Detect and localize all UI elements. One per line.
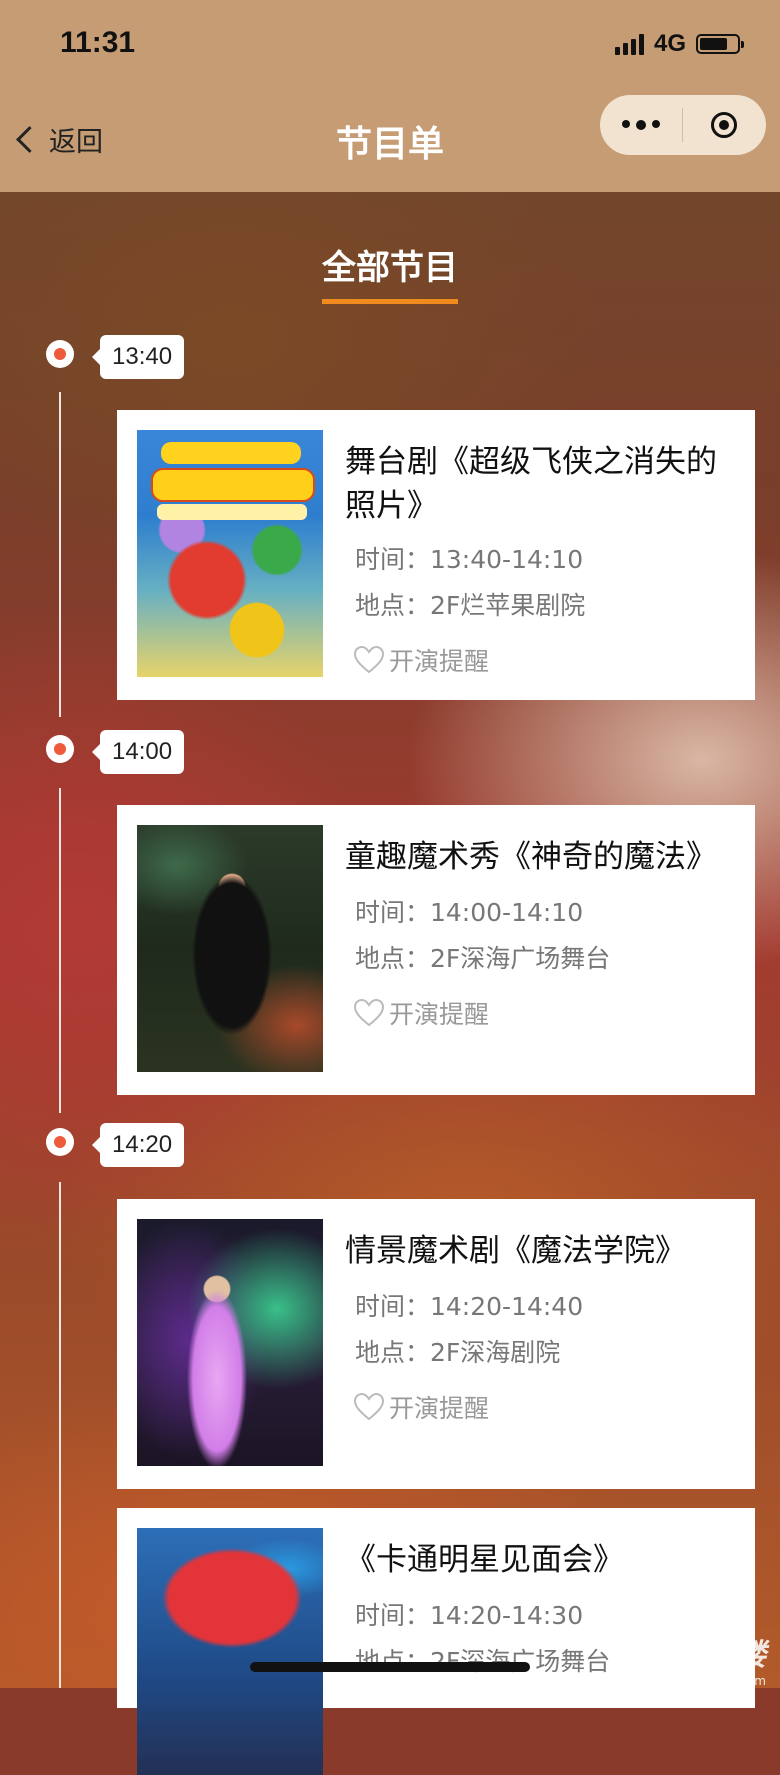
- time-tag: 14:00: [91, 730, 185, 774]
- network-type: 4G: [653, 30, 686, 57]
- heart-icon: [353, 1392, 385, 1421]
- watermark: 19楼 19lou.com: [694, 1630, 766, 1688]
- program-poster: [137, 1528, 323, 1775]
- battery-icon: [696, 34, 744, 54]
- timeline-dot: [46, 340, 74, 368]
- timeline-line: [59, 788, 61, 1113]
- program-location: 地点：2F烂苹果剧院: [355, 591, 586, 620]
- close-miniprogram-button[interactable]: [683, 112, 765, 138]
- home-indicator[interactable]: [250, 1662, 530, 1672]
- watermark-url: 19lou.com: [703, 1674, 766, 1688]
- program-card[interactable]: 舞台剧《超级飞侠之消失的照片》 时间：13:40-14:10 地点：2F烂苹果剧…: [117, 410, 755, 700]
- more-dots-icon: [622, 120, 630, 128]
- program-poster: [137, 1219, 323, 1466]
- program-card[interactable]: 童趣魔术秀《神奇的魔法》 时间：14:00-14:10 地点：2F深海广场舞台 …: [117, 805, 755, 1095]
- top-bar: 11:31 4G 返回 节目单: [0, 0, 780, 192]
- timeline-line: [59, 1182, 61, 1688]
- program-time: 时间：14:20-14:30: [355, 1601, 584, 1630]
- program-poster: [137, 430, 323, 677]
- tab-all-programs[interactable]: 全部节目: [0, 240, 780, 304]
- time-tag: 13:40: [91, 335, 185, 379]
- watermark-logo: 19楼: [694, 1638, 766, 1673]
- remind-button[interactable]: 开演提醒: [353, 995, 489, 1031]
- program-card[interactable]: 《卡通明星见面会》 时间：14:20-14:30 地点：2F深海广场舞台: [117, 1508, 755, 1775]
- program-location: 地点：2F深海广场舞台: [355, 1642, 610, 1678]
- timeline-dot: [46, 735, 74, 763]
- timeline-dot: [46, 1128, 74, 1156]
- program-time: 时间：14:00-14:10: [355, 898, 584, 927]
- remind-button[interactable]: 开演提醒: [353, 1389, 489, 1425]
- program-title: 《卡通明星见面会》: [345, 1542, 624, 1578]
- target-icon: [711, 112, 737, 138]
- heart-icon: [353, 645, 385, 674]
- tab-label: 全部节目: [322, 240, 458, 304]
- program-poster: [137, 825, 323, 1072]
- signal-icon: [614, 33, 644, 55]
- status-time: 11:31: [60, 26, 136, 59]
- miniprogram-capsule: [600, 95, 766, 155]
- program-title: 童趣魔术秀《神奇的魔法》: [345, 839, 717, 875]
- remind-button[interactable]: 开演提醒: [353, 642, 489, 678]
- more-button[interactable]: [600, 120, 682, 130]
- program-card[interactable]: 情景魔术剧《魔法学院》 时间：14:20-14:40 地点：2F深海剧院 开演提…: [117, 1199, 755, 1489]
- status-icons: 4G: [614, 30, 744, 58]
- remind-label: 开演提醒: [389, 1394, 490, 1423]
- program-title: 情景魔术剧《魔法学院》: [345, 1233, 686, 1269]
- remind-label: 开演提醒: [389, 1000, 490, 1029]
- program-time: 时间：14:20-14:40: [355, 1292, 584, 1321]
- program-title: 舞台剧《超级飞侠之消失的照片》: [345, 444, 717, 524]
- remind-label: 开演提醒: [389, 647, 490, 676]
- program-location: 地点：2F深海广场舞台: [355, 944, 611, 973]
- program-location: 地点：2F深海剧院: [355, 1338, 561, 1367]
- program-time: 时间：13:40-14:10: [355, 545, 584, 574]
- timeline-line: [59, 392, 61, 717]
- time-tag: 14:20: [91, 1123, 185, 1167]
- heart-icon: [353, 998, 385, 1027]
